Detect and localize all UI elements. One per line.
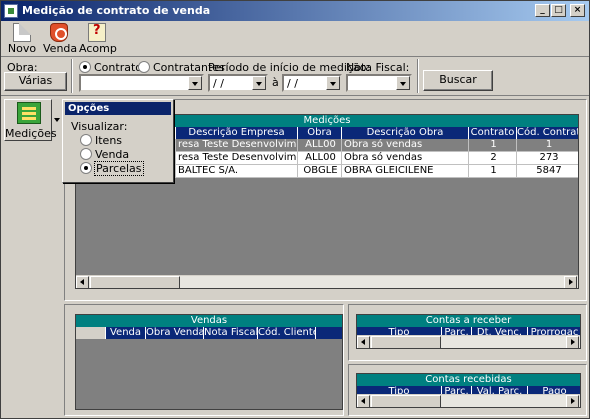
new-document-icon <box>13 23 31 42</box>
cell: OBRA GLEICILENE <box>342 165 469 178</box>
cell: ALL00 <box>298 152 342 165</box>
parcelas-radio[interactable] <box>80 162 92 174</box>
close-button[interactable]: × <box>570 4 585 17</box>
title-bar: Medição de contrato de venda _ □ × <box>1 1 589 21</box>
nota-fiscal-combo[interactable] <box>346 74 412 92</box>
acomp-button-label: Acomp <box>79 42 117 55</box>
itens-radio[interactable] <box>80 134 92 146</box>
window-title: Medição de contrato de venda <box>22 4 211 17</box>
cell: resa Teste Desenvolvimento <box>176 152 298 165</box>
cell: 5847 <box>517 165 578 178</box>
grid-title: Contas recebidas <box>357 374 580 386</box>
scroll-left-icon[interactable] <box>357 336 370 348</box>
venda-label: Venda <box>95 148 130 161</box>
cell: BALTEC S/A. <box>176 165 298 178</box>
scroll-thumb[interactable] <box>371 336 441 348</box>
col-header[interactable]: Venda <box>106 327 146 339</box>
search-button[interactable]: Buscar <box>423 70 493 91</box>
cell: Obra só vendas <box>342 152 469 165</box>
cell: OBGLE <box>298 165 342 178</box>
itens-label: Itens <box>95 134 123 147</box>
cell: 273 <box>517 152 578 165</box>
sale-icon <box>50 23 68 42</box>
filter-panel: Obra: Várias Contratos Contratantes Perí… <box>1 58 589 96</box>
scroll-thumb[interactable] <box>90 276 180 288</box>
nota-fiscal-label: Nota Fiscal: <box>346 61 410 74</box>
grid-title: Contas a receber <box>357 315 580 327</box>
cell: resa Teste Desenvolvimento <box>176 139 298 152</box>
col-header[interactable]: Obra <box>298 127 342 139</box>
scroll-right-icon[interactable] <box>566 395 579 407</box>
col-header[interactable] <box>76 327 106 339</box>
scroll-thumb[interactable] <box>371 395 441 407</box>
contratos-radio[interactable] <box>79 61 91 73</box>
col-header[interactable]: Nota Fiscal <box>204 327 258 339</box>
col-header[interactable]: Descrição Obra <box>342 127 469 139</box>
visualizar-label: Visualizar: <box>71 120 128 133</box>
help-icon <box>88 23 106 42</box>
col-header[interactable]: Descrição Empresa <box>176 127 298 139</box>
obras-button[interactable]: Várias <box>4 72 67 91</box>
grid-title: Vendas <box>76 315 342 327</box>
contratantes-radio[interactable] <box>138 61 150 73</box>
col-header[interactable]: Contrato <box>469 127 517 139</box>
date-separator: à <box>272 76 279 89</box>
app-icon <box>4 4 18 18</box>
col-header[interactable]: Cód. Cliente <box>258 327 316 339</box>
cell: 1 <box>469 139 517 152</box>
col-header[interactable]: Obra Venda <box>146 327 204 339</box>
cell: 1 <box>517 139 578 152</box>
medicoes-label: Medições <box>5 127 57 140</box>
popup-title: Opções <box>65 102 171 115</box>
acomp-button[interactable]: Acomp <box>79 21 117 57</box>
col-header[interactable]: Cód. Contratante <box>517 127 578 139</box>
date-to-combo[interactable]: / / <box>282 74 342 92</box>
date-from-combo[interactable]: / / <box>208 74 268 92</box>
separator <box>417 59 419 93</box>
new-button[interactable]: Novo <box>7 21 37 57</box>
scroll-left-icon[interactable] <box>76 276 89 288</box>
horizontal-scrollbar[interactable] <box>357 394 580 407</box>
scroll-right-icon[interactable] <box>564 276 577 288</box>
sale-button[interactable]: Venda <box>43 21 78 57</box>
sale-button-label: Venda <box>43 42 78 55</box>
parcelas-label: Parcelas <box>94 161 144 176</box>
chevron-down-icon <box>188 76 202 90</box>
contas-receber-grid[interactable]: Contas a receber Tipo Parc. Dt. Venc. Pr… <box>356 314 581 349</box>
horizontal-scrollbar[interactable] <box>76 275 578 288</box>
calculator-icon <box>17 102 41 124</box>
medicoes-button[interactable]: Medições <box>4 99 57 141</box>
chevron-down-icon <box>396 76 410 90</box>
app-window: Medição de contrato de venda _ □ × Novo … <box>0 0 590 419</box>
chevron-down-icon <box>252 76 266 90</box>
venda-radio[interactable] <box>80 148 92 160</box>
contas-recebidas-grid[interactable]: Contas recebidas Tipo Parc. Val. Parc. P… <box>356 373 581 408</box>
scroll-left-icon[interactable] <box>357 395 370 407</box>
cell: 1 <box>469 165 517 178</box>
options-popup: Opções Visualizar: Itens Venda Parcelas <box>62 99 174 183</box>
separator <box>71 59 73 93</box>
date-to-value: / / <box>287 77 298 90</box>
horizontal-scrollbar[interactable] <box>357 335 580 348</box>
toolbar: Novo Venda Acomp <box>1 21 589 57</box>
minimize-button[interactable]: _ <box>535 4 550 17</box>
cell: ALL00 <box>298 139 342 152</box>
vendas-grid[interactable]: Vendas Venda Obra Venda Nota Fiscal Cód.… <box>75 314 343 410</box>
chevron-down-icon <box>326 76 340 90</box>
scroll-right-icon[interactable] <box>566 336 579 348</box>
chevron-down-icon[interactable] <box>54 118 60 122</box>
date-from-value: / / <box>213 77 224 90</box>
grid-header: Venda Obra Venda Nota Fiscal Cód. Client… <box>76 327 342 339</box>
maximize-button[interactable]: □ <box>551 4 566 17</box>
cell: 2 <box>469 152 517 165</box>
contrato-combo[interactable] <box>79 74 204 92</box>
new-button-label: Novo <box>7 42 37 55</box>
cell: Obra só vendas <box>342 139 469 152</box>
